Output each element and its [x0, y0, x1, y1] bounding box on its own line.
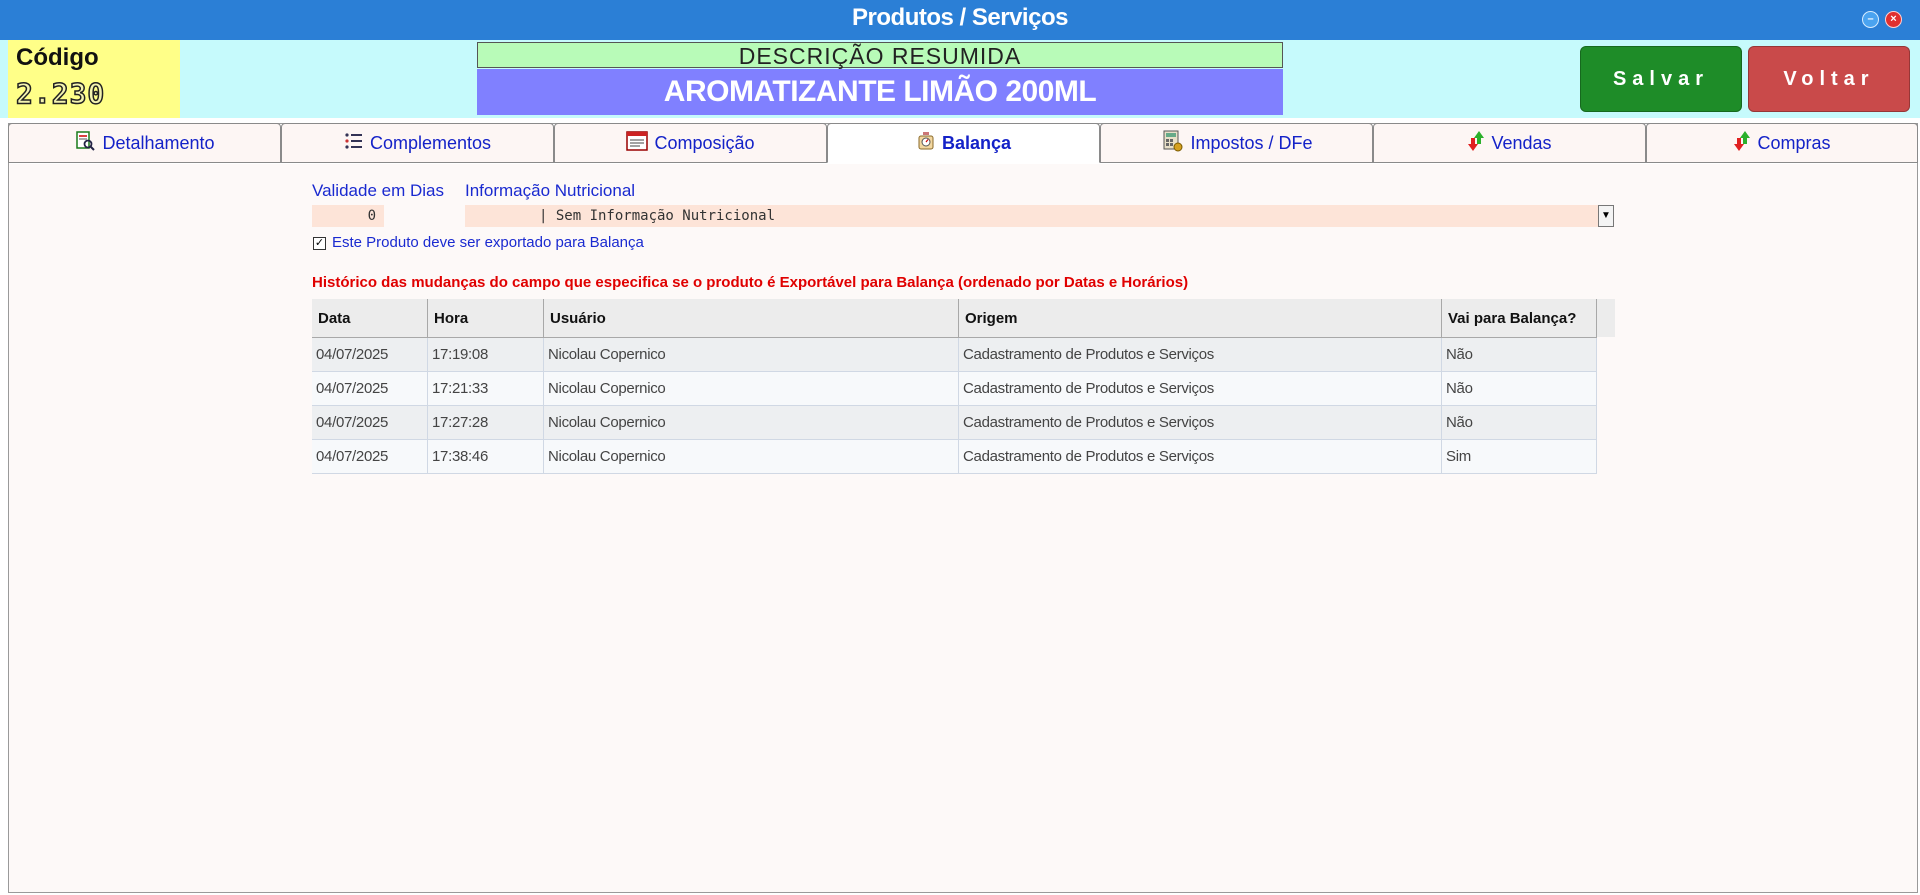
cell-origem: Cadastramento de Produtos e Serviços [958, 405, 1442, 440]
cell-usuario: Nicolau Copernico [543, 337, 959, 372]
window-titlebar: Produtos / Serviços – × [0, 0, 1920, 40]
cell-hora: 17:21:33 [427, 371, 544, 406]
list-icon [344, 131, 364, 156]
description-value: AROMATIZANTE LIMÃO 200ML [477, 69, 1283, 115]
tab-label: Compras [1757, 132, 1831, 153]
tab-complementos[interactable]: Complementos [281, 123, 554, 163]
tab-label: Impostos / DFe [1190, 132, 1313, 153]
tab-detalhamento[interactable]: Detalhamento [8, 123, 281, 163]
code-box: Código 2.230 [8, 40, 180, 118]
code-value: 2.230 [15, 76, 106, 111]
minimize-icon[interactable]: – [1862, 11, 1879, 28]
save-button[interactable]: Salvar [1580, 46, 1742, 112]
nutrition-label: Informação Nutricional [465, 181, 636, 200]
tab-compras[interactable]: Compras [1646, 123, 1918, 163]
export-checkbox[interactable]: ✓ [313, 237, 326, 250]
table-header-row: Data Hora Usuário Origem Vai para Balanç… [312, 299, 1597, 338]
export-checkbox-label: Este Produto deve ser exportado para Bal… [332, 234, 644, 251]
tax-icon [1160, 130, 1184, 157]
cell-usuario: Nicolau Copernico [543, 439, 959, 474]
cell-hora: 17:38:46 [427, 439, 544, 474]
table-row[interactable]: 04/07/2025 17:27:28 Nicolau Copernico Ca… [312, 405, 1597, 440]
history-title: Histórico das mudanças do campo que espe… [312, 274, 1189, 291]
cell-data: 04/07/2025 [312, 405, 428, 440]
composition-icon [626, 130, 649, 156]
code-label: Código [16, 44, 99, 71]
tab-composicao[interactable]: Composição [554, 123, 827, 163]
cell-data: 04/07/2025 [312, 371, 428, 406]
tab-label: Composição [654, 132, 755, 153]
tab-bar: Detalhamento Complementos Composição Bal… [8, 123, 1918, 163]
tab-label: Balança [941, 132, 1012, 153]
grid-header-gutter [1594, 299, 1615, 337]
tab-balanca[interactable]: Balança [827, 123, 1100, 163]
cell-data: 04/07/2025 [312, 439, 428, 474]
window-title: Produtos / Serviços [852, 4, 1068, 31]
nutrition-select[interactable]: | Sem Informação Nutricional [465, 205, 1598, 227]
column-header-data[interactable]: Data [312, 299, 428, 338]
cell-vai-para-balanca: Não [1441, 371, 1597, 406]
table-row[interactable]: 04/07/2025 17:21:33 Nicolau Copernico Ca… [312, 371, 1597, 406]
cell-origem: Cadastramento de Produtos e Serviços [958, 439, 1442, 474]
up-down-arrows-icon [1733, 130, 1751, 157]
tab-vendas[interactable]: Vendas [1373, 123, 1646, 163]
close-icon[interactable]: × [1885, 11, 1902, 28]
cell-vai-para-balanca: Sim [1441, 439, 1597, 474]
column-header-origem[interactable]: Origem [958, 299, 1442, 338]
scale-icon [916, 131, 936, 156]
cell-usuario: Nicolau Copernico [543, 371, 959, 406]
cell-origem: Cadastramento de Produtos e Serviços [958, 371, 1442, 406]
description-label: DESCRIÇÃO RESUMIDA [477, 42, 1283, 69]
back-button[interactable]: Voltar [1748, 46, 1910, 112]
table-row[interactable]: 04/07/2025 17:19:08 Nicolau Copernico Ca… [312, 337, 1597, 372]
validity-days-input[interactable]: 0 [312, 205, 384, 227]
cell-vai-para-balanca: Não [1441, 337, 1597, 372]
column-header-vai-para-balanca[interactable]: Vai para Balança? [1441, 299, 1597, 338]
up-down-arrows-icon [1467, 130, 1485, 157]
cell-data: 04/07/2025 [312, 337, 428, 372]
column-header-usuario[interactable]: Usuário [543, 299, 959, 338]
document-search-icon [74, 130, 96, 157]
tab-label: Detalhamento [102, 132, 215, 153]
tab-label: Vendas [1491, 132, 1552, 153]
cell-vai-para-balanca: Não [1441, 405, 1597, 440]
tab-impostos[interactable]: Impostos / DFe [1100, 123, 1373, 163]
cell-origem: Cadastramento de Produtos e Serviços [958, 337, 1442, 372]
validity-label: Validade em Dias [312, 181, 444, 200]
cell-hora: 17:19:08 [427, 337, 544, 372]
tab-label: Complementos [369, 132, 492, 153]
cell-hora: 17:27:28 [427, 405, 544, 440]
table-row[interactable]: 04/07/2025 17:38:46 Nicolau Copernico Ca… [312, 439, 1597, 474]
chevron-down-icon[interactable]: ▼ [1598, 205, 1614, 227]
history-table: Data Hora Usuário Origem Vai para Balanç… [312, 299, 1597, 474]
column-header-hora[interactable]: Hora [427, 299, 544, 338]
cell-usuario: Nicolau Copernico [543, 405, 959, 440]
